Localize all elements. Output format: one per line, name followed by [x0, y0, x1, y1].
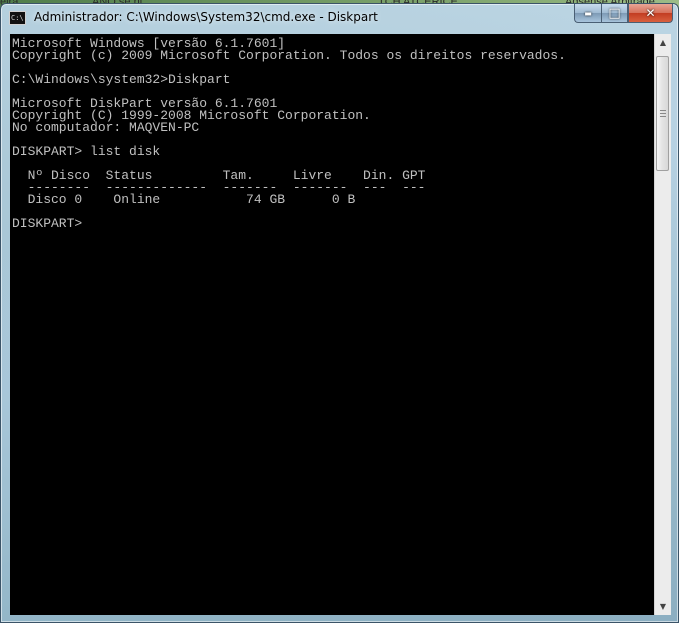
console-line: DISKPART>	[12, 216, 83, 231]
scroll-down-button[interactable]: ▼	[655, 598, 671, 615]
console-output[interactable]: Microsoft Windows [versão 6.1.7601] Copy…	[10, 34, 654, 615]
close-button[interactable]: ✕	[628, 4, 673, 23]
vertical-scrollbar[interactable]: ▲ ▼	[654, 34, 671, 615]
grip-line	[660, 113, 666, 114]
grip-line	[660, 110, 666, 111]
console-line: Disco 0 Online 74 GB 0 B	[12, 192, 356, 207]
minimize-icon: ▬	[584, 8, 592, 18]
console-line: C:\Windows\system32>Diskpart	[12, 72, 231, 87]
cmd-window: C:\. Administrador: C:\Windows\System32\…	[0, 3, 679, 623]
maximize-button[interactable]: □	[601, 4, 628, 23]
scroll-thumb[interactable]	[656, 56, 669, 171]
grip-line	[660, 116, 666, 117]
console-line: No computador: MAQVEN-PC	[12, 120, 200, 135]
window-title: Administrador: C:\Windows\System32\cmd.e…	[34, 10, 378, 24]
cmd-icon[interactable]: C:\.	[9, 11, 26, 25]
arrow-up-icon: ▲	[659, 38, 667, 47]
maximize-icon: □	[608, 5, 621, 21]
minimize-button[interactable]: ▬	[574, 4, 601, 23]
arrow-down-icon: ▼	[659, 602, 667, 611]
console-line: Copyright (c) 2009 Microsoft Corporation…	[12, 48, 566, 63]
scroll-up-button[interactable]: ▲	[655, 34, 671, 51]
caption-buttons: ▬ □ ✕	[574, 4, 673, 23]
console-line: DISKPART> list disk	[12, 144, 161, 159]
title-bar[interactable]: C:\. Administrador: C:\Windows\System32\…	[1, 4, 678, 32]
close-icon: ✕	[645, 6, 656, 20]
